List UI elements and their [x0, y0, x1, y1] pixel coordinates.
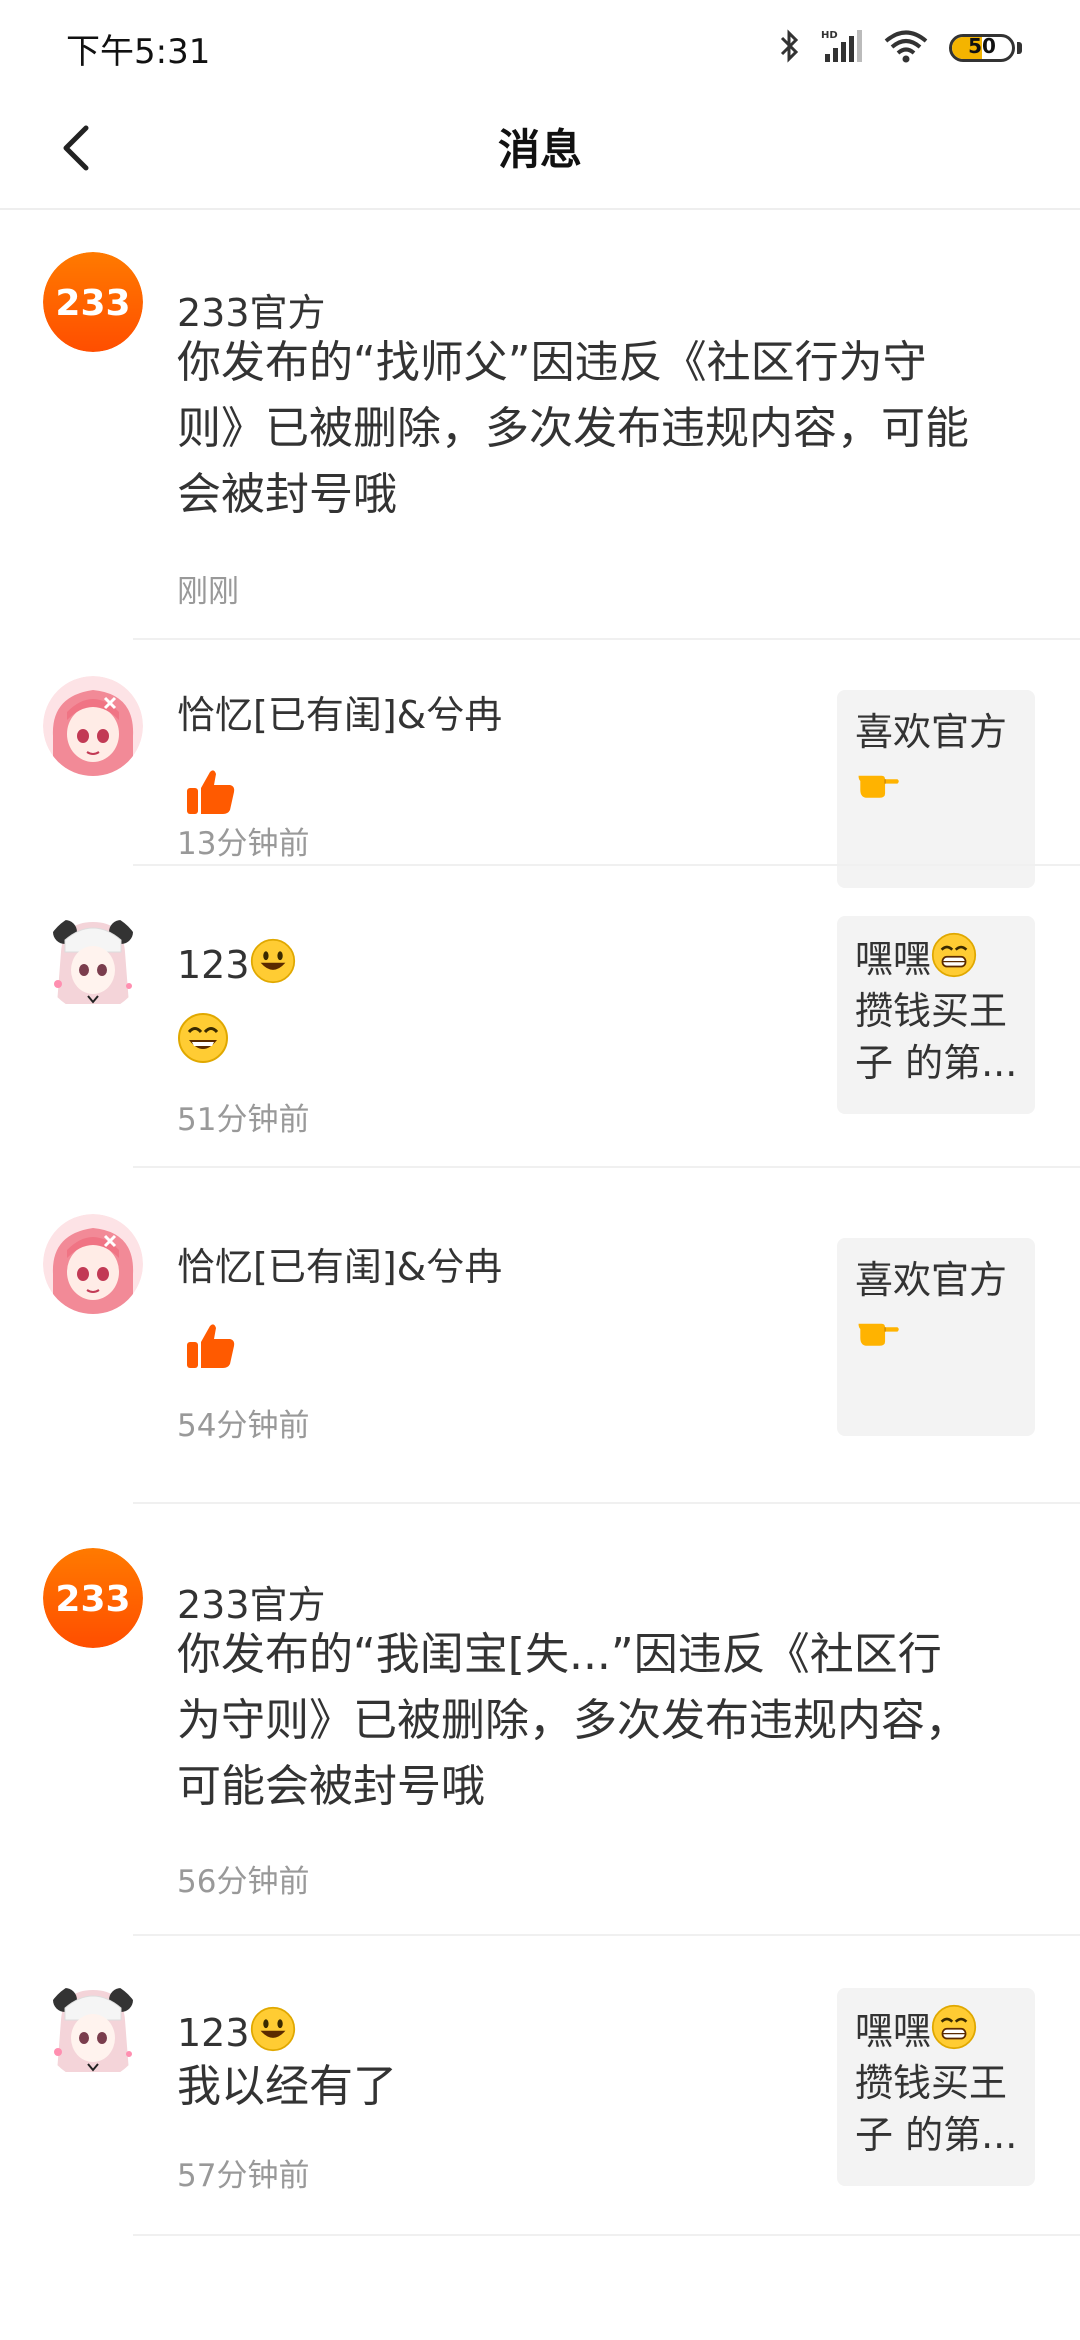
sender-name: 123 — [177, 2006, 296, 2055]
sender-name-text: 123 — [177, 2011, 250, 2055]
sender-name-text: 123 — [177, 943, 250, 987]
message-list: 233 233官方 你发布的“找师父”因违反《社区行为守则》已被删除，多次发布违… — [0, 210, 1080, 2236]
post-preview[interactable]: 嘿嘿 攒钱买王子 的第... — [837, 1988, 1035, 2186]
battery-icon: 50 — [949, 34, 1015, 62]
battery-tip — [1017, 42, 1022, 54]
preview-text: 嘿嘿 — [855, 937, 932, 981]
preview-text: 喜欢官方 — [855, 1258, 1008, 1302]
message-time: 13分钟前 — [177, 826, 310, 862]
sender-name: 233官方 — [177, 1583, 326, 1627]
message-time: 刚刚 — [177, 574, 239, 610]
preview-text: 喜欢官方 — [855, 710, 1008, 754]
smiley-icon — [250, 2006, 296, 2052]
header: 消息 — [0, 90, 1080, 210]
avatar-233[interactable]: 233 — [43, 252, 143, 352]
preview-more: 攒钱买王子 的第... — [855, 2061, 1018, 2157]
beaming-icon — [931, 932, 977, 978]
preview-text: 嘿嘿 — [855, 2009, 932, 2053]
status-bar: 下午5:31 HD 50 — [0, 0, 1080, 90]
wifi-icon — [883, 28, 929, 68]
avatar-233-label: 233 — [55, 283, 130, 324]
avatar[interactable] — [43, 912, 143, 1012]
message-item[interactable]: 233 233官方 你发布的“我闺宝[失...”因违反《社区行为守则》已被删除，… — [0, 1504, 1080, 1936]
smiley-icon — [250, 938, 296, 984]
beaming-icon — [931, 2004, 977, 2050]
avatar-233[interactable]: 233 — [43, 1548, 143, 1648]
avatar[interactable] — [43, 676, 143, 776]
thumbs-up-icon — [185, 1320, 237, 1372]
post-preview[interactable]: 喜欢官方 — [837, 1238, 1035, 1436]
preview-more: 攒钱买王子 的第... — [855, 989, 1018, 1085]
message-item[interactable]: 233 233官方 你发布的“找师父”因违反《社区行为守则》已被删除，多次发布违… — [0, 210, 1080, 640]
signal-icon: HD — [821, 28, 863, 68]
pointing-hand-icon — [855, 758, 901, 804]
message-item[interactable]: 123 51分钟前 嘿嘿 攒钱买王子 的第... — [0, 866, 1080, 1168]
message-time: 56分钟前 — [177, 1864, 310, 1900]
battery-level: 50 — [968, 34, 996, 58]
svg-text:HD: HD — [821, 30, 838, 41]
status-time: 下午5:31 — [66, 32, 211, 72]
post-preview[interactable]: 喜欢官方 — [837, 690, 1035, 888]
avatar-233-label: 233 — [55, 1579, 130, 1620]
message-item[interactable]: 123 我以经有了 57分钟前 嘿嘿 攒钱买王子 的第... — [0, 1936, 1080, 2236]
message-item[interactable]: 恰忆[已有闺]&兮冉 54分钟前 喜欢官方 — [0, 1168, 1080, 1504]
message-content: 你发布的“找师父”因违反《社区行为守则》已被删除，多次发布违规内容，可能会被封号… — [177, 337, 969, 520]
avatar[interactable] — [43, 1980, 143, 2080]
sender-name: 123 — [177, 938, 296, 987]
message-time: 57分钟前 — [177, 2158, 310, 2194]
bluetooth-icon — [779, 28, 801, 68]
status-icons: HD 50 — [779, 26, 1022, 70]
sender-name: 233官方 — [177, 291, 326, 335]
avatar[interactable] — [43, 1214, 143, 1314]
thumbs-up-icon — [185, 766, 237, 818]
message-time: 54分钟前 — [177, 1408, 310, 1444]
grin-icon — [177, 1012, 229, 1064]
page-title: 消息 — [497, 125, 582, 174]
sender-name: 恰忆[已有闺]&兮冉 — [177, 1245, 503, 1289]
message-content: 你发布的“我闺宝[失...”因违反《社区行为守则》已被删除，多次发布违规内容，可… — [177, 1629, 969, 1812]
sender-name: 恰忆[已有闺]&兮冉 — [177, 693, 503, 737]
pointing-hand-icon — [855, 1306, 901, 1352]
message-time: 51分钟前 — [177, 1102, 310, 1138]
message-item[interactable]: 恰忆[已有闺]&兮冉 13分钟前 喜欢官方 — [0, 640, 1080, 888]
post-preview[interactable]: 嘿嘿 攒钱买王子 的第... — [837, 916, 1035, 1114]
